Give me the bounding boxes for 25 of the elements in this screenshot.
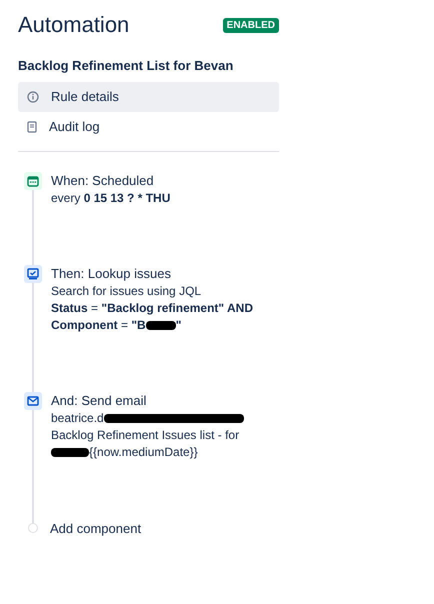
mail-icon: [24, 392, 42, 410]
step-title[interactable]: And: Send email: [51, 392, 244, 410]
step-detail-text: {{now.mediumDate}}: [89, 444, 198, 458]
sidebar-item[interactable]: Audit log: [18, 112, 279, 142]
step-detail-text: every 0 15 13 ? * THU: [51, 190, 170, 204]
step-detail-text: Status = "Backlog refinement" AND: [51, 300, 254, 314]
monitor-icon: [24, 264, 42, 282]
info-icon: [27, 90, 39, 102]
step-detail-text: ": [176, 318, 182, 332]
step-title[interactable]: Then: Lookup issues: [51, 264, 254, 282]
step-detail-text: beatrice.d: [51, 410, 104, 424]
add-component-link[interactable]: Add component: [50, 518, 142, 538]
rule-name: Backlog Refinement List for Bevan: [18, 57, 234, 75]
redaction-mark: [51, 448, 89, 457]
document-icon: [27, 120, 37, 132]
status-badge: ENABLED: [222, 18, 279, 32]
add-circle-icon: [28, 523, 38, 534]
step-detail-text: Search for issues using JQL: [51, 284, 202, 298]
calendar-icon: [24, 172, 42, 190]
page-title: Automation: [18, 11, 130, 39]
step-detail-text: Component = "B: [51, 318, 146, 332]
redaction-mark: [146, 320, 176, 330]
sidebar-item[interactable]: Rule details: [18, 82, 279, 112]
step-detail-text: Backlog Refinement Issues list - for: [51, 428, 240, 442]
step-title[interactable]: When: Scheduled: [51, 172, 170, 190]
